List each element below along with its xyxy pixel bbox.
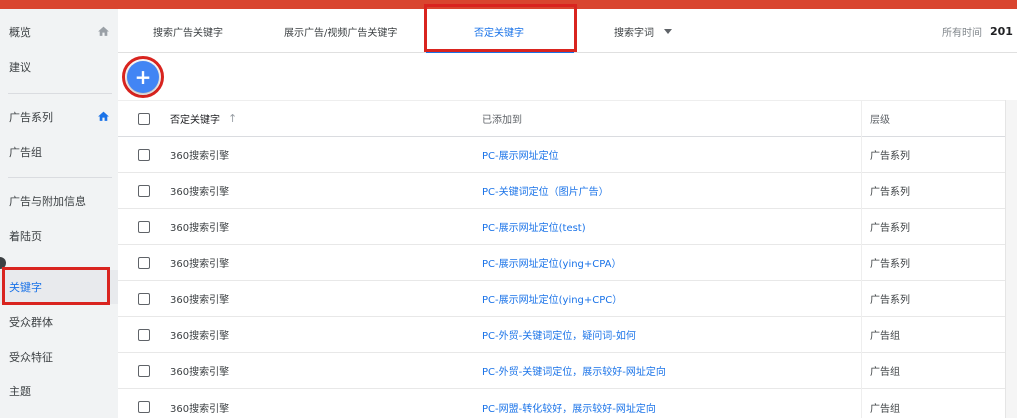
negative-keywords-highlight-box: [424, 4, 577, 52]
sidebar-item-overview[interactable]: 概览: [0, 15, 118, 49]
sidebar: 概览 建议 广告系列 广告组 广告与附加信息 着陆页 关键字 受众群体 受众特征…: [0, 9, 118, 418]
sidebar-item-label: 受众特征: [9, 351, 53, 364]
column-header-keyword[interactable]: 否定关键字 ↑: [170, 101, 237, 136]
keyword-cell: 360搜索引擎: [170, 259, 230, 270]
added-to-link[interactable]: PC-关键词定位（图片广告）: [482, 173, 609, 208]
add-button[interactable]: +: [127, 61, 159, 93]
level-cell: 广告系列: [870, 151, 910, 162]
keyword-cell: 360搜索引擎: [170, 223, 230, 234]
added-to-link[interactable]: PC-展示网址定位(ying+CPC）: [482, 281, 622, 316]
level-cell: 广告系列: [870, 259, 910, 270]
table-row: 360搜索引擎 PC-外贸-关键词定位，展示较好-网址定向 广告组: [118, 353, 1017, 389]
added-to-link[interactable]: PC-外贸-关键词定位，展示较好-网址定向: [482, 353, 666, 388]
sidebar-item-landing-pages[interactable]: 着陆页: [0, 219, 118, 253]
added-to-link[interactable]: PC-网盟-转化较好，展示较好-网址定向: [482, 389, 656, 418]
sidebar-item-campaigns[interactable]: 广告系列: [0, 100, 118, 134]
row-checkbox[interactable]: [138, 257, 150, 269]
level-cell: 广告系列: [870, 295, 910, 306]
keyword-cell: 360搜索引擎: [170, 295, 230, 306]
negative-keywords-table: 否定关键字 ↑ 已添加到 层级 360搜索引擎 PC-展示网址定位 广告系列 3…: [118, 100, 1017, 418]
row-checkbox[interactable]: [138, 149, 150, 161]
sidebar-item-label: 广告系列: [9, 111, 53, 124]
keyword-cell: 360搜索引擎: [170, 187, 230, 198]
table-row: 360搜索引擎 PC-展示网址定位 广告系列: [118, 137, 1017, 173]
table-scrollbar[interactable]: [1005, 100, 1017, 418]
sidebar-item-label: 着陆页: [9, 230, 42, 243]
keywords-highlight-box: [2, 267, 110, 305]
level-cell: 广告组: [870, 367, 900, 378]
added-to-link[interactable]: PC-展示网址定位(ying+CPA）: [482, 245, 622, 280]
row-checkbox[interactable]: [138, 401, 150, 413]
keyword-cell: 360搜索引擎: [170, 367, 230, 378]
date-range-selector[interactable]: 所有时间 201: [942, 9, 1013, 53]
sidebar-item-label: 建议: [9, 61, 31, 74]
sidebar-divider: [8, 93, 112, 94]
chevron-down-icon: [664, 28, 672, 34]
sidebar-item-label: 概览: [9, 26, 31, 39]
tab-display-video-keywords[interactable]: 展示广告/视频广告关键字: [284, 9, 397, 53]
sidebar-item-ads-extensions[interactable]: 广告与附加信息: [0, 184, 118, 218]
row-checkbox[interactable]: [138, 185, 150, 197]
table-row: 360搜索引擎 PC-关键词定位（图片广告） 广告系列: [118, 173, 1017, 209]
keyword-cell: 360搜索引擎: [170, 331, 230, 342]
column-divider: [861, 100, 862, 418]
keyword-cell: 360搜索引擎: [170, 151, 230, 162]
tab-search-keywords[interactable]: 搜索广告关键字: [153, 9, 223, 53]
sidebar-item-recommendations[interactable]: 建议: [0, 50, 118, 84]
sort-arrow-up-icon: ↑: [228, 112, 238, 125]
table-row: 360搜索引擎 PC-展示网址定位(test) 广告系列: [118, 209, 1017, 245]
sidebar-divider: [8, 177, 112, 178]
added-to-link[interactable]: PC-外贸-关键词定位，疑问词-如何: [482, 317, 636, 352]
sidebar-item-label: 广告与附加信息: [9, 195, 86, 208]
level-cell: 广告组: [870, 331, 900, 342]
plus-icon: +: [134, 65, 152, 89]
sidebar-item-label: 受众群体: [9, 316, 53, 329]
sidebar-item-audiences[interactable]: 受众群体: [0, 305, 118, 339]
home-icon: [98, 111, 109, 121]
added-to-link[interactable]: PC-展示网址定位(test): [482, 209, 586, 244]
row-checkbox[interactable]: [138, 293, 150, 305]
table-header: 否定关键字 ↑ 已添加到 层级: [118, 100, 1017, 137]
column-header-added-to[interactable]: 已添加到: [482, 101, 522, 136]
sidebar-item-demographics[interactable]: 受众特征: [0, 340, 118, 374]
home-icon: [98, 26, 109, 36]
table-row: 360搜索引擎 PC-展示网址定位(ying+CPA） 广告系列: [118, 245, 1017, 281]
row-checkbox[interactable]: [138, 329, 150, 341]
row-checkbox[interactable]: [138, 365, 150, 377]
table-row: 360搜索引擎 PC-网盟-转化较好，展示较好-网址定向 广告组: [118, 389, 1017, 418]
level-cell: 广告系列: [870, 187, 910, 198]
keyword-cell: 360搜索引擎: [170, 403, 230, 415]
sidebar-item-label: 广告组: [9, 146, 42, 159]
table-row: 360搜索引擎 PC-外贸-关键词定位，疑问词-如何 广告组: [118, 317, 1017, 353]
row-checkbox[interactable]: [138, 221, 150, 233]
level-cell: 广告系列: [870, 223, 910, 234]
table-row: 360搜索引擎 PC-展示网址定位(ying+CPC） 广告系列: [118, 281, 1017, 317]
select-all-checkbox[interactable]: [138, 113, 150, 125]
level-cell: 广告组: [870, 403, 900, 415]
column-header-level[interactable]: 层级: [870, 101, 890, 136]
tab-search-terms[interactable]: 搜索字词: [614, 9, 672, 53]
sidebar-item-topics[interactable]: 主题: [0, 374, 118, 408]
sidebar-item-label: 主题: [9, 385, 31, 398]
added-to-link[interactable]: PC-展示网址定位: [482, 137, 559, 172]
sidebar-item-ad-groups[interactable]: 广告组: [0, 135, 118, 169]
